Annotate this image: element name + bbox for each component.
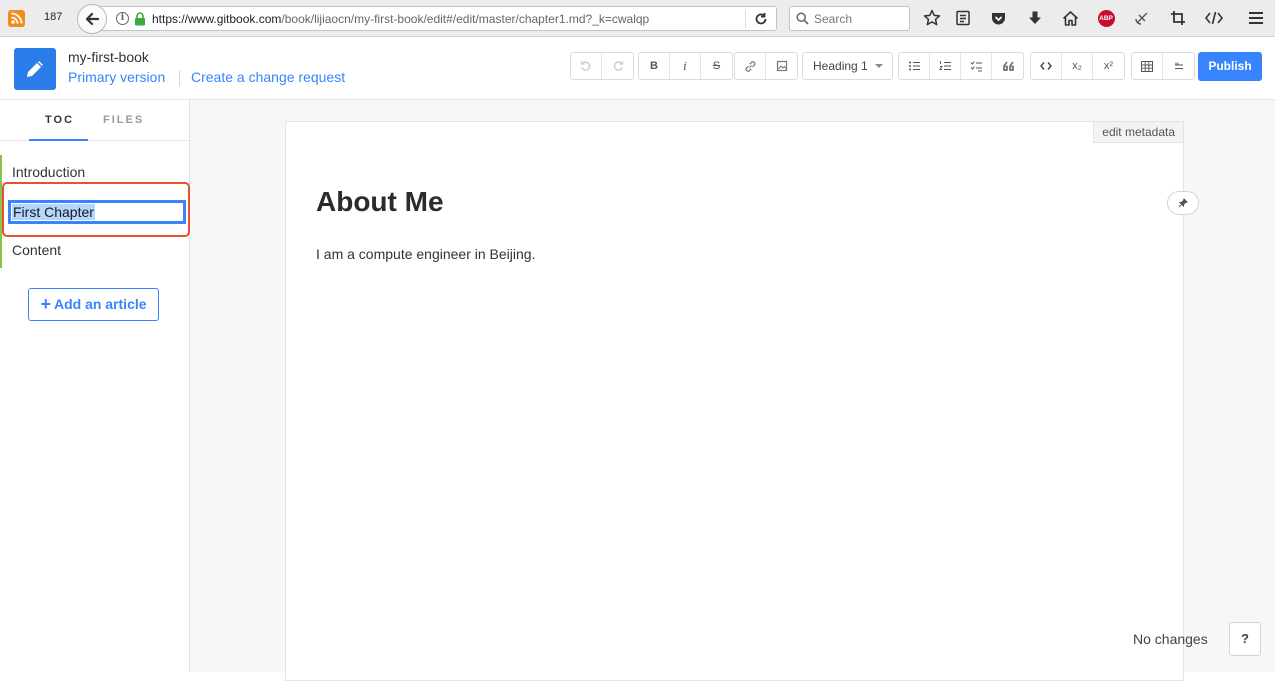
table-group (1131, 52, 1195, 80)
formula-icon (1174, 62, 1183, 69)
heading-select-value: Heading 1 (813, 59, 868, 73)
book-edit-logo[interactable] (14, 48, 56, 90)
primary-version-link[interactable]: Primary version (68, 69, 165, 85)
code-icon (1040, 62, 1052, 70)
link-button[interactable] (735, 53, 766, 79)
adblock-label: ABP (1097, 9, 1115, 27)
document-heading[interactable]: About Me (316, 186, 444, 218)
pocket-icon[interactable] (988, 8, 1008, 28)
browser-toolbar: 187 i https://www.gitbook.com/book/lijia… (0, 0, 1275, 37)
undo-icon (580, 61, 591, 71)
quote-icon (1002, 61, 1014, 71)
edit-metadata-button[interactable]: edit metadata (1093, 121, 1184, 143)
url-text[interactable]: https://www.gitbook.com/book/lijiaocn/my… (152, 12, 649, 26)
pencil-icon (27, 61, 43, 77)
sidebar: TOC FILES Introduction First Chapter Con… (0, 100, 190, 672)
subscript-button[interactable]: x₂ (1062, 53, 1093, 79)
table-button[interactable] (1132, 53, 1163, 79)
arrow-left-icon (85, 12, 100, 26)
superscript-button[interactable]: x² (1093, 53, 1124, 79)
numbered-list-icon (938, 61, 951, 71)
toc-item-introduction[interactable]: Introduction (12, 164, 85, 180)
search-input[interactable] (814, 10, 904, 27)
bullet-list-icon (908, 61, 920, 71)
insert-group (734, 52, 798, 80)
header-divider (179, 70, 180, 86)
reader-list-icon[interactable] (953, 8, 973, 28)
reload-icon[interactable] (752, 10, 770, 28)
code-script-group: x₂ x² (1030, 52, 1125, 80)
math-button[interactable] (1163, 53, 1194, 79)
sidebar-tabs: TOC FILES (0, 100, 189, 141)
browser-search[interactable] (789, 6, 910, 31)
save-status: No changes (1133, 631, 1208, 647)
book-title[interactable]: my-first-book (68, 49, 149, 65)
image-button[interactable] (766, 53, 797, 79)
tab-files[interactable]: FILES (103, 114, 144, 126)
search-icon (796, 12, 809, 25)
developer-code-icon[interactable] (1204, 8, 1224, 28)
pin-icon (1178, 198, 1188, 208)
bold-button[interactable]: B (639, 53, 670, 79)
block-format-group (898, 52, 1024, 80)
italic-button[interactable]: i (670, 53, 701, 79)
tab-toc[interactable]: TOC (45, 114, 74, 126)
bookmark-star-icon[interactable] (922, 8, 942, 28)
back-button[interactable] (77, 4, 107, 34)
inline-format-group: B i S (638, 52, 733, 80)
url-host: https://www.gitbook.com (152, 12, 282, 26)
tab-count: 187 (44, 11, 63, 23)
heading-select[interactable]: Heading 1 (802, 52, 893, 80)
publish-button[interactable]: Publish (1198, 52, 1262, 81)
task-list-button[interactable] (961, 53, 992, 79)
link-icon (745, 60, 755, 72)
url-divider (745, 10, 746, 28)
pin-button[interactable] (1167, 191, 1199, 215)
redo-button[interactable] (602, 53, 633, 79)
create-change-request-link[interactable]: Create a change request (191, 69, 345, 85)
url-bar[interactable]: i https://www.gitbook.com/book/lijiaocn/… (100, 6, 777, 31)
active-tab-indicator (29, 139, 88, 141)
toc-item-content[interactable]: Content (12, 242, 61, 258)
editor-header: my-first-book Primary version Create a c… (0, 38, 1275, 100)
home-icon[interactable] (1060, 8, 1080, 28)
hamburger-menu-icon[interactable] (1246, 8, 1266, 28)
strikethrough-button[interactable]: S (701, 53, 732, 79)
adblock-icon[interactable]: ABP (1096, 8, 1116, 28)
blockquote-button[interactable] (992, 53, 1023, 79)
crop-icon[interactable] (1168, 8, 1188, 28)
download-icon[interactable] (1025, 8, 1045, 28)
numbered-list-button[interactable] (930, 53, 961, 79)
caret-down-icon (875, 64, 883, 68)
add-article-label: Add an article (53, 296, 147, 312)
plus-icon: + (40, 294, 51, 314)
table-icon (1141, 60, 1153, 72)
help-button[interactable]: ? (1229, 622, 1261, 656)
checklist-icon (970, 61, 982, 72)
rss-icon[interactable] (8, 10, 25, 27)
image-icon (776, 60, 787, 72)
extension-satellite-icon[interactable] (1132, 8, 1152, 28)
url-path: /book/lijiaocn/my-first-book/edit#/edit/… (281, 12, 650, 26)
bullet-list-button[interactable] (899, 53, 930, 79)
info-icon[interactable]: i (116, 12, 129, 25)
redo-icon (613, 61, 623, 71)
undo-button[interactable] (571, 53, 602, 79)
document-paragraph[interactable]: I am a compute engineer in Beijing. (316, 246, 535, 262)
history-button-group (570, 52, 634, 80)
document-page[interactable]: edit metadata About Me I am a compute en… (285, 121, 1199, 681)
code-button[interactable] (1031, 53, 1062, 79)
add-article-button[interactable]: + Add an article (28, 288, 159, 321)
lock-icon (135, 12, 145, 26)
highlight-annotation (2, 182, 190, 237)
